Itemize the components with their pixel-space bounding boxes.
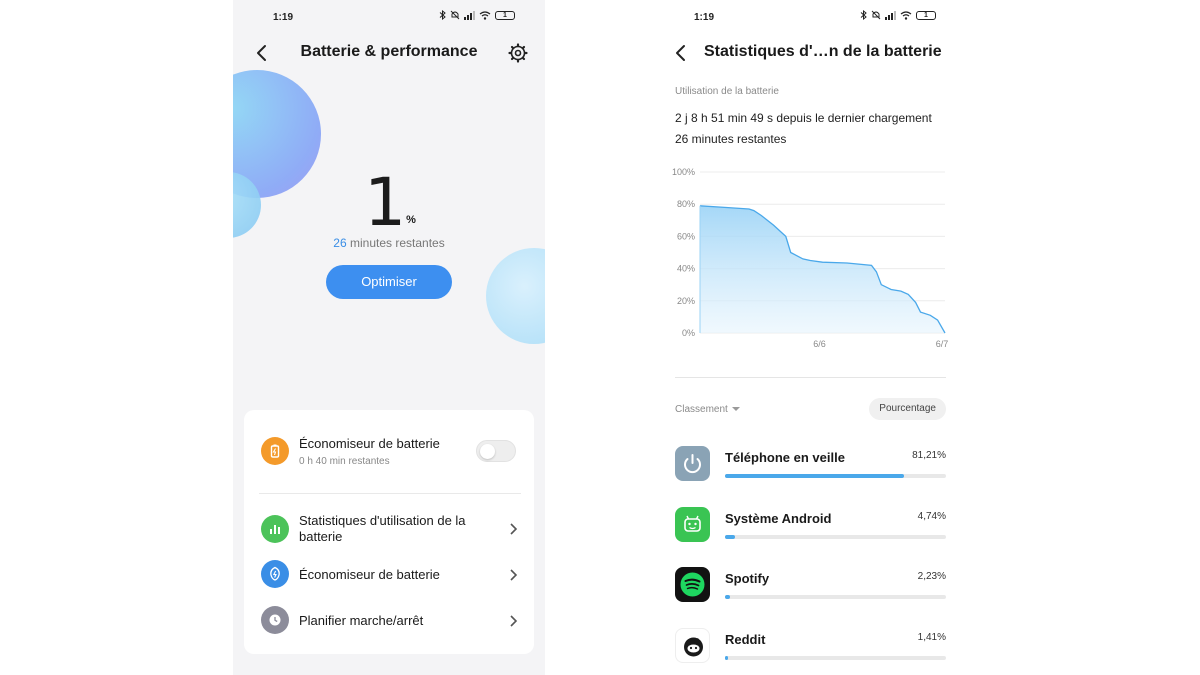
bluetooth-icon xyxy=(439,10,446,20)
usage-bar xyxy=(725,535,946,539)
clock-icon xyxy=(261,606,289,634)
menu-item-label: Économiseur de batterie xyxy=(299,567,440,582)
signal-icon xyxy=(885,10,896,20)
wifi-icon xyxy=(479,10,491,20)
bluetooth-icon xyxy=(860,10,867,20)
remaining-time: 26 minutes restantes xyxy=(675,132,787,146)
app-name: Reddit xyxy=(725,632,766,647)
leaf-bolt-icon xyxy=(261,560,289,588)
usage-bar-fill xyxy=(725,656,729,660)
decorative-bubble xyxy=(486,248,545,344)
menu-item-schedule-power[interactable]: Planifier marche/arrêt xyxy=(244,606,534,636)
battery-saver-sub: 0 h 40 min restantes xyxy=(299,456,390,467)
app-row[interactable]: Reddit 1,41% xyxy=(675,628,946,668)
remaining-text: minutes restantes xyxy=(349,236,445,250)
percentage-toggle-button[interactable]: Pourcentage xyxy=(869,398,946,420)
usage-bar xyxy=(725,595,946,599)
y-tick-label: 0% xyxy=(682,328,695,338)
battery-level-unit: % xyxy=(406,214,416,226)
silent-bell-icon xyxy=(450,10,460,20)
status-time: 1:19 xyxy=(273,12,294,23)
silent-bell-icon xyxy=(871,10,881,20)
reddit-icon xyxy=(675,628,710,663)
power-icon xyxy=(675,446,710,481)
battery-saver-row[interactable]: Économiseur de batterie 0 h 40 min resta… xyxy=(244,410,534,493)
battery-performance-screen: 1:19 1 Batterie & performance 1% 26 minu… xyxy=(233,0,545,675)
usage-bar-fill xyxy=(725,535,736,539)
battery-level-value: 1 xyxy=(364,164,406,241)
app-percent: 4,74% xyxy=(917,511,946,522)
battery-usage-chart: 100% 80% 60% 40% 20% 0% 6/6 6/7 xyxy=(672,167,949,349)
menu-item-label: Planifier marche/arrêt xyxy=(299,613,424,628)
android-icon xyxy=(675,507,710,542)
battery-level: 1% xyxy=(233,164,545,241)
battery-saver-icon xyxy=(261,437,289,465)
y-tick-label: 60% xyxy=(677,231,695,241)
app-percent: 81,21% xyxy=(912,450,946,461)
app-row[interactable]: Système Android 4,74% xyxy=(675,507,946,547)
app-name: Système Android xyxy=(725,511,832,526)
battery-stats-screen: 1:19 1 Statistiques d'…n de la batterie … xyxy=(654,0,966,675)
spotify-icon xyxy=(675,567,710,602)
chevron-right-icon xyxy=(510,569,518,581)
x-tick-label: 6/7 xyxy=(936,339,949,349)
top-bar: Batterie & performance xyxy=(233,40,545,66)
menu-item-battery-saver[interactable]: Économiseur de batterie xyxy=(244,560,534,590)
usage-bar xyxy=(725,656,946,660)
y-tick-label: 80% xyxy=(677,199,695,209)
status-bar: 1:19 1 xyxy=(654,10,966,26)
toggle-knob xyxy=(480,444,495,459)
menu-item-usage-stats[interactable]: Statistiques d'utilisation de la batteri… xyxy=(244,508,534,550)
remaining-time: 26 minutes restantes xyxy=(233,236,545,250)
chevron-right-icon xyxy=(510,615,518,627)
section-header: Utilisation de la batterie xyxy=(675,86,779,97)
app-name: Téléphone en veille xyxy=(725,450,845,465)
sort-dropdown[interactable]: Classement xyxy=(675,404,740,415)
y-tick-label: 20% xyxy=(677,296,695,306)
app-percent: 1,41% xyxy=(917,632,946,643)
y-tick-label: 40% xyxy=(677,264,695,274)
bar-chart-icon xyxy=(261,515,289,543)
battery-area-fill xyxy=(700,205,945,333)
usage-bar-fill xyxy=(725,474,905,478)
page-title: Statistiques d'…n de la batterie xyxy=(704,43,942,60)
back-arrow-icon[interactable] xyxy=(670,42,692,64)
app-row[interactable]: Spotify 2,23% xyxy=(675,567,946,607)
app-name: Spotify xyxy=(725,571,770,586)
battery-status-icon: 1 xyxy=(916,10,936,20)
battery-saver-toggle[interactable] xyxy=(476,440,516,462)
status-time: 1:19 xyxy=(694,12,715,23)
caret-down-icon xyxy=(731,407,740,411)
divider xyxy=(259,493,521,494)
chevron-right-icon xyxy=(510,523,518,535)
divider xyxy=(675,377,946,378)
y-tick-label: 100% xyxy=(672,167,695,177)
signal-icon xyxy=(464,10,475,20)
usage-bar xyxy=(725,474,946,478)
x-tick-label: 6/6 xyxy=(813,339,826,349)
gear-icon[interactable] xyxy=(507,42,529,64)
status-bar: 1:19 1 xyxy=(233,10,545,26)
battery-status-icon: 1 xyxy=(495,10,515,20)
menu-item-label: Statistiques d'utilisation de la batteri… xyxy=(299,513,466,544)
battery-saver-label: Économiseur de batterie xyxy=(299,436,440,451)
app-percent: 2,23% xyxy=(917,571,946,582)
sort-label: Classement xyxy=(675,404,728,415)
settings-card: Économiseur de batterie 0 h 40 min resta… xyxy=(244,410,534,654)
since-last-charge: 2 j 8 h 51 min 49 s depuis le dernier ch… xyxy=(675,111,932,125)
optimize-button[interactable]: Optimiser xyxy=(326,265,452,299)
page-title: Batterie & performance xyxy=(300,43,478,60)
usage-bar-fill xyxy=(725,595,730,599)
wifi-icon xyxy=(900,10,912,20)
app-row[interactable]: Téléphone en veille 81,21% xyxy=(675,446,946,486)
remaining-minutes: 26 xyxy=(333,236,347,250)
